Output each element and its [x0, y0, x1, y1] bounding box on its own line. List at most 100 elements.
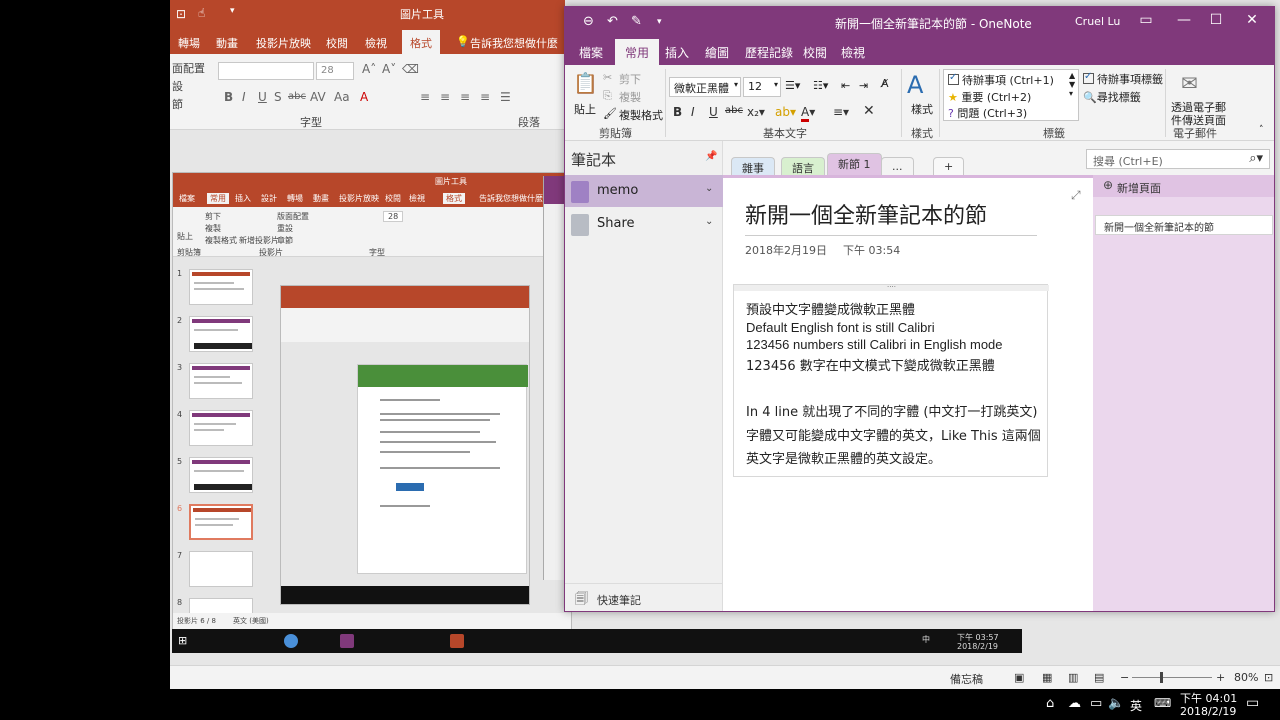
ppt-spacing-icon[interactable]: AV	[310, 90, 326, 104]
cut-icon[interactable]: ✂	[603, 71, 612, 84]
zoom-level[interactable]: 80%	[1234, 671, 1258, 684]
page-canvas[interactable]: ⤢ 新開一個全新筆記本的節 2018年2月19日 下午 03:54 ···· 預…	[723, 175, 1093, 611]
zoom-thumb[interactable]	[1160, 672, 1163, 683]
ppt-tab-slideshow[interactable]: 投影片放映	[256, 35, 311, 51]
ppt-layout-button[interactable]: 面配置	[172, 60, 205, 76]
subscript-icon[interactable]: x₂▾	[747, 105, 765, 119]
ppt-save-icon[interactable]: ⊡	[176, 7, 186, 21]
close-icon[interactable]: ✕	[1237, 12, 1267, 28]
format-painter-button[interactable]: 複製格式	[619, 107, 663, 123]
people-icon[interactable]: ⌂	[1046, 696, 1054, 711]
font-name-field[interactable]: 微軟正黑體 ▾	[669, 77, 741, 97]
numbering-icon[interactable]: ☷▾	[813, 79, 828, 92]
tag-important[interactable]: ★ 重要 (Ctrl+2)	[948, 89, 1031, 105]
page-list-item[interactable]: 新開一個全新筆記本的節	[1095, 215, 1273, 235]
page-title[interactable]: 新開一個全新筆記本的節	[745, 198, 987, 230]
network-icon[interactable]: ▭	[1090, 696, 1102, 711]
ppt-tab-review[interactable]: 校閱	[326, 35, 348, 51]
zoom-in-icon[interactable]: +	[1216, 671, 1225, 684]
format-painter-icon[interactable]: 🖌	[603, 107, 617, 120]
zoom-slider[interactable]	[1132, 677, 1212, 678]
increase-indent-icon[interactable]: ⇥	[859, 79, 868, 92]
chevron-down-icon[interactable]: ⌄	[705, 183, 713, 194]
ppt-case-icon[interactable]: Aa	[334, 90, 350, 104]
copy-icon[interactable]: ⎘	[603, 89, 612, 103]
sorter-view-icon[interactable]: ▦	[1042, 671, 1052, 684]
ppt-underline-icon[interactable]: U	[258, 90, 267, 104]
ppt-font-name-field[interactable]	[218, 62, 314, 80]
pin-icon[interactable]: 📌	[705, 151, 717, 162]
add-section-button[interactable]: +	[933, 157, 965, 175]
tab-file[interactable]: 檔案	[579, 44, 603, 61]
minimize-icon[interactable]: —	[1169, 12, 1199, 28]
font-size-field[interactable]: 12 ▾	[743, 77, 781, 97]
ppt-justify-icon[interactable]: ≡	[480, 90, 490, 104]
todo-tag-button[interactable]: 待辦事項標籤	[1083, 71, 1163, 87]
quick-notes[interactable]: 🗐 快速筆記	[565, 583, 723, 611]
decrease-indent-icon[interactable]: ⇤	[841, 79, 850, 92]
volume-icon[interactable]: 🔈	[1108, 696, 1124, 711]
font-color-icon[interactable]: A▾	[801, 105, 815, 122]
user-name[interactable]: Cruel Lu	[1075, 15, 1120, 28]
tab-insert[interactable]: 插入	[665, 44, 689, 61]
clear-format-icon[interactable]: A̸	[881, 77, 889, 90]
ppt-strike-icon[interactable]: abc	[288, 91, 306, 102]
qat-chevron-icon[interactable]: ▾	[657, 17, 662, 27]
styles-icon[interactable]: A	[907, 71, 923, 99]
expand-icon[interactable]: ⤢	[1071, 188, 1081, 203]
maximize-icon[interactable]: ☐	[1201, 12, 1231, 28]
undo-icon[interactable]: ↶	[607, 14, 618, 29]
ppt-align-center-icon[interactable]: ≡	[440, 90, 450, 104]
ppt-tab-animations[interactable]: 動畫	[216, 35, 238, 51]
section-tab-misc[interactable]: 雜事	[731, 157, 775, 175]
section-tab-new-section-1[interactable]: 新節 1	[827, 153, 882, 175]
clock-date[interactable]: 2018/2/19	[1180, 705, 1236, 718]
delete-icon[interactable]: ✕	[863, 103, 875, 119]
tags-gallery[interactable]: 待辦事項 (Ctrl+1) ★ 重要 (Ctrl+2) ? 問題 (Ctrl+3…	[943, 69, 1079, 121]
notifications-icon[interactable]: ▭	[1246, 695, 1259, 711]
ppt-tell-me[interactable]: 告訴我您想做什麼	[470, 35, 558, 51]
ppt-grow-font-icon[interactable]: A˄	[362, 62, 376, 76]
paste-icon[interactable]: 📋	[573, 71, 598, 95]
search-input[interactable]: 搜尋 (Ctrl+E) ⌕▾	[1086, 149, 1270, 169]
reading-view-icon[interactable]: ▥	[1068, 671, 1078, 684]
align-icon[interactable]: ≡▾	[833, 105, 849, 119]
notebook-item-memo[interactable]: memo ⌄	[565, 175, 723, 207]
notebook-pane-header[interactable]: 筆記本	[571, 149, 616, 170]
tags-scroll-icon[interactable]: ▲ ▼ ▾	[1069, 71, 1075, 98]
tag-question[interactable]: ? 問題 (Ctrl+3)	[948, 105, 1027, 121]
tab-view[interactable]: 檢視	[841, 44, 865, 61]
tab-review[interactable]: 校閱	[803, 44, 827, 61]
note-container[interactable]: ···· 預設中文字體變成微軟正黑體 Default English font …	[733, 284, 1049, 477]
ppt-qat-chevron-icon[interactable]: ▾	[230, 6, 235, 16]
ppt-align-right-icon[interactable]: ≡	[460, 90, 470, 104]
ime-indicator[interactable]: 英	[1130, 697, 1142, 714]
strikethrough-icon[interactable]: abc	[725, 105, 743, 116]
find-tags-button[interactable]: 🔍尋找標籤	[1083, 89, 1141, 105]
cloud-icon[interactable]: ☁	[1068, 696, 1081, 711]
chevron-down-icon[interactable]: ⌄	[705, 216, 713, 227]
copy-button[interactable]: 複製	[619, 89, 641, 105]
section-tab-language[interactable]: 語言	[781, 157, 825, 175]
ppt-clear-format-icon[interactable]: ⌫	[402, 62, 419, 76]
paste-button[interactable]: 貼上	[574, 101, 596, 117]
bold-icon[interactable]: B	[673, 105, 682, 119]
ppt-columns-icon[interactable]: ☰	[500, 90, 511, 104]
ppt-shrink-font-icon[interactable]: A˅	[382, 62, 396, 76]
tab-draw[interactable]: 繪圖	[705, 44, 729, 61]
search-icon[interactable]: ⌕▾	[1249, 151, 1263, 166]
ppt-tab-format[interactable]: 格式	[402, 30, 440, 54]
normal-view-icon[interactable]: ▣	[1014, 671, 1024, 684]
ppt-font-size-field[interactable]: 28	[316, 62, 354, 80]
email-icon[interactable]: ✉	[1181, 71, 1198, 95]
ppt-bold-icon[interactable]: B	[224, 90, 233, 104]
ppt-tab-transitions[interactable]: 轉場	[178, 35, 200, 51]
clock-time[interactable]: 下午 04:01	[1180, 690, 1237, 706]
notebook-item-share[interactable]: Share ⌄	[565, 208, 723, 240]
tab-home[interactable]: 常用	[615, 39, 660, 65]
ppt-reset-button[interactable]: 設	[172, 78, 183, 94]
touch-mode-icon[interactable]: ✎	[631, 14, 642, 29]
ppt-tab-view[interactable]: 檢視	[365, 35, 387, 51]
note-drag-handle[interactable]: ····	[734, 284, 1049, 291]
add-page-button[interactable]: ⊕ 新增頁面	[1093, 175, 1274, 197]
